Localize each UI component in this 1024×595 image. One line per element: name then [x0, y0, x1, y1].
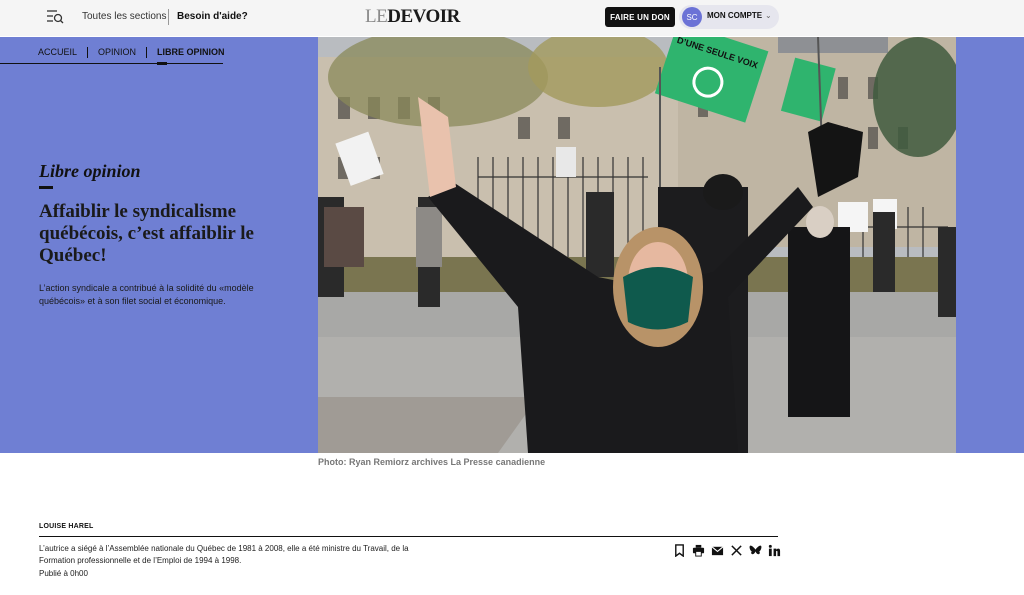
avatar: SC	[682, 7, 702, 27]
donate-button[interactable]: FAIRE UN DON	[605, 7, 675, 27]
breadcrumb-home[interactable]: ACCUEIL	[38, 47, 77, 57]
article-headline: Affaiblir le syndicalisme québécois, c’e…	[39, 201, 254, 266]
logo-le: LE	[365, 6, 388, 27]
article-dek: L’action syndicale a contribué à la soli…	[39, 283, 254, 306]
article-hero: ACCUEIL OPINION LIBRE OPINION Libre opin…	[0, 37, 1024, 453]
le-devoir-logo[interactable]: LEDEVOIR	[365, 6, 460, 28]
share-toolbar	[672, 543, 781, 557]
account-label: MON COMPTE	[707, 11, 763, 20]
breadcrumb-separator	[87, 46, 89, 58]
published-time: Publié à 0h00	[39, 569, 88, 578]
help-link[interactable]: Besoin d'aide?	[177, 11, 248, 22]
top-bar: Toutes les sections Besoin d'aide? LEDEV…	[0, 0, 1024, 36]
bookmark-icon[interactable]	[672, 543, 686, 557]
all-sections-link[interactable]: Toutes les sections	[82, 11, 167, 22]
topbar-divider	[168, 9, 169, 25]
breadcrumb-separator	[146, 46, 148, 58]
bluesky-icon[interactable]	[748, 543, 762, 557]
photo-caption: Photo: Ryan Remiorz archives La Presse c…	[318, 457, 546, 467]
breadcrumb-opinion[interactable]: OPINION	[98, 47, 136, 57]
section-title-bar	[39, 186, 53, 189]
linkedin-icon[interactable]	[767, 543, 781, 557]
author-name[interactable]: LOUISE HAREL	[39, 523, 94, 530]
menu-search-icon[interactable]	[46, 8, 64, 26]
author-divider	[39, 536, 778, 537]
breadcrumb-underline	[0, 63, 223, 64]
logo-devoir: DEVOIR	[387, 6, 460, 27]
email-icon[interactable]	[710, 543, 724, 557]
author-bio: L’autrice a siégé à l’Assemblée national…	[39, 544, 409, 565]
article-photo: D’UNE SEULE VOIX	[318, 37, 956, 453]
breadcrumb-libre-opinion[interactable]: LIBRE OPINION	[157, 47, 225, 65]
account-button[interactable]: SC MON COMPTE ⌄	[679, 5, 779, 29]
section-title[interactable]: Libre opinion	[39, 161, 141, 182]
x-icon[interactable]	[729, 543, 743, 557]
breadcrumb: ACCUEIL OPINION LIBRE OPINION	[38, 44, 225, 65]
chevron-down-icon: ⌄	[765, 11, 772, 20]
print-icon[interactable]	[691, 543, 705, 557]
